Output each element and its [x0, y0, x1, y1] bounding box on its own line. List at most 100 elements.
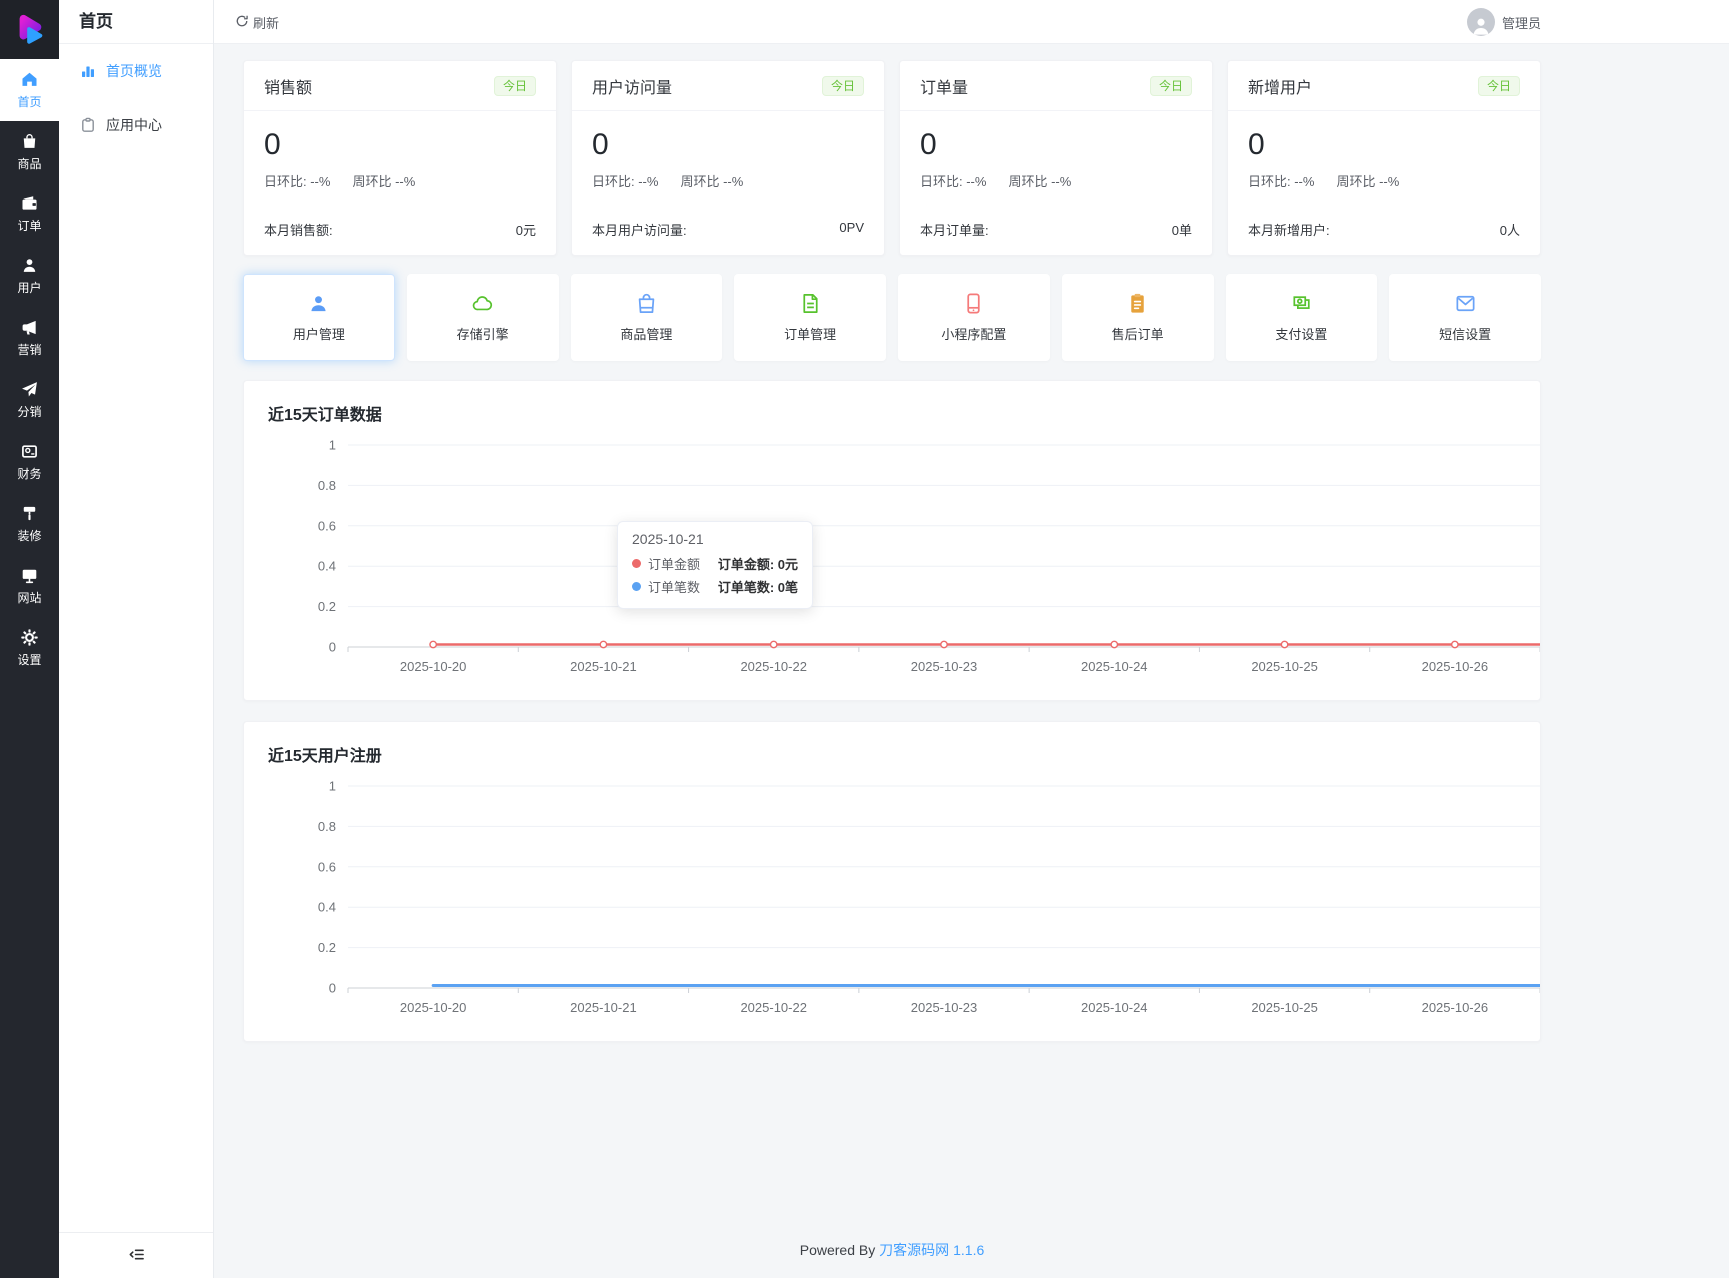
week-ratio: 周环比 --%: [1336, 174, 1400, 189]
svg-text:2025-10-22: 2025-10-22: [740, 1000, 807, 1015]
shortcut-goods-manage[interactable]: 商品管理: [570, 274, 723, 361]
shortcut-order-manage[interactable]: 订单管理: [734, 274, 886, 361]
user-name: 管理员: [1501, 15, 1541, 31]
svg-text:0.6: 0.6: [318, 859, 336, 874]
stat-value: 0: [920, 128, 937, 161]
footer-version: 1.1.6: [953, 1242, 985, 1258]
sidebar-item-label: 商品: [17, 156, 42, 171]
stat-card-new-users: 新增用户 今日 0 日环比: --% 周环比 --% 本月新增用户: 0人: [1227, 60, 1541, 256]
stat-foot-label: 本月订单量:: [920, 223, 989, 238]
today-badge: 今日: [493, 75, 536, 96]
refresh-button[interactable]: 刷新: [235, 0, 279, 44]
shortcut-sms-settings[interactable]: 短信设置: [1389, 274, 1541, 361]
svg-text:0.2: 0.2: [318, 940, 336, 955]
stat-title: 订单量: [920, 79, 969, 97]
footer-prefix: Powered By: [799, 1242, 880, 1258]
svg-text:2025-10-24: 2025-10-24: [1081, 1000, 1148, 1015]
main-header: 刷新 管理员: [214, 0, 1729, 44]
svg-text:0.4: 0.4: [318, 900, 336, 915]
stat-foot-value: 0人: [1499, 223, 1520, 238]
svg-text:2025-10-20: 2025-10-20: [400, 1000, 467, 1015]
logo-icon: [19, 14, 42, 44]
wallet-icon: [21, 195, 38, 212]
shortcut-label: 短信设置: [1439, 327, 1492, 342]
stat-foot-label: 本月新增用户:: [1248, 223, 1330, 238]
shortcut-label: 存储引擎: [456, 327, 509, 342]
sidebar-item-finance[interactable]: 财务: [0, 431, 59, 493]
svg-text:0.6: 0.6: [318, 518, 336, 533]
register-chart-card: 近15天用户注册 1 0.8 0.6 0.4 0.2 0 2025-10-20 2025-10…: [243, 721, 1541, 1042]
svg-text:2025-10-20: 2025-10-20: [400, 659, 467, 674]
svg-text:0.4: 0.4: [318, 559, 336, 574]
tooltip-row: 订单笔数 订单笔数: 0笔: [632, 575, 798, 598]
person-icon: [21, 257, 38, 274]
sidebar-item-label: 财务: [17, 466, 42, 481]
sidebar-collapse-button[interactable]: [59, 1232, 213, 1278]
sidebar-item-decorate[interactable]: 装修: [0, 493, 59, 555]
footer-link[interactable]: 刀客源码网: [879, 1242, 949, 1258]
svg-text:2025-10-25: 2025-10-25: [1251, 659, 1318, 674]
week-ratio: 周环比 --%: [680, 174, 744, 189]
app-center-icon: [80, 117, 96, 133]
shortcut-label: 售后订单: [1111, 327, 1164, 342]
svg-text:2025-10-23: 2025-10-23: [911, 1000, 978, 1015]
week-ratio: 周环比 --%: [352, 174, 416, 189]
blue-series-dot: [632, 582, 641, 591]
order-chart-title: 近15天订单数据: [268, 407, 382, 424]
icon-sidebar: 首页 商品 订单 用户 营销 分销 财务 装修 网站 设置: [0, 0, 59, 1278]
order-chart-card: 近15天订单数据 1 0.8 0.6 0.4 0.2 0 2025-10-20 2025-10…: [243, 380, 1541, 701]
sidebar-item-settings[interactable]: 设置: [0, 617, 59, 679]
sidebar-item-orders[interactable]: 订单: [0, 183, 59, 245]
sidebar-item-label: 装修: [17, 528, 42, 543]
week-ratio: 周环比 --%: [1008, 174, 1072, 189]
svg-text:1: 1: [329, 438, 336, 453]
order-chart-canvas[interactable]: 1 0.8 0.6 0.4 0.2 0 2025-10-20 2025-10-21 2025-1…: [268, 433, 1540, 694]
user-icon: [307, 292, 330, 315]
cloud-icon: [471, 292, 494, 315]
stat-value: 0: [592, 128, 609, 161]
shortcut-storage-engine[interactable]: 存储引擎: [406, 274, 559, 361]
stat-card-sales: 销售额 今日 0 日环比: --% 周环比 --% 本月销售额: 0元: [243, 60, 557, 256]
shortcut-miniprogram-config[interactable]: 小程序配置: [898, 274, 1050, 361]
sidebar-item-website[interactable]: 网站: [0, 555, 59, 617]
sidebar-item-marketing[interactable]: 营销: [0, 307, 59, 369]
shortcut-aftersale-orders[interactable]: 售后订单: [1061, 274, 1214, 361]
smartphone-icon: [962, 292, 985, 315]
sidebar-item-goods[interactable]: 商品: [0, 121, 59, 183]
sidebar-item-label: 用户: [17, 280, 42, 295]
shortcut-label: 小程序配置: [941, 327, 1007, 342]
envelope-icon: [1454, 292, 1477, 315]
svg-text:2025-10-26: 2025-10-26: [1422, 659, 1489, 674]
app-logo[interactable]: [0, 0, 59, 59]
sidebar-item-home[interactable]: 首页: [0, 59, 59, 121]
shopping-bag-icon: [635, 292, 658, 315]
svg-text:0: 0: [329, 981, 336, 996]
submenu-item-label: 首页概览: [106, 63, 162, 79]
svg-text:2025-10-26: 2025-10-26: [1422, 1000, 1489, 1015]
user-menu[interactable]: 管理员: [1466, 0, 1541, 44]
shortcut-user-manage[interactable]: 用户管理: [243, 274, 395, 361]
monitor-icon: [21, 567, 38, 584]
svg-text:2025-10-21: 2025-10-21: [570, 1000, 637, 1015]
chart-tooltip: 2025-10-21 订单金额 订单金额: 0元 订单笔数 订单笔数: 0笔: [617, 521, 813, 609]
svg-text:2025-10-23: 2025-10-23: [911, 659, 978, 674]
today-badge: 今日: [1477, 75, 1520, 96]
shortcut-row: 用户管理 存储引擎 商品管理 订单管理 小程序配置 售后订单 支付设置 短信设置: [243, 274, 1541, 361]
shortcut-label: 订单管理: [784, 327, 837, 342]
svg-text:0.8: 0.8: [318, 819, 336, 834]
register-chart-canvas[interactable]: 1 0.8 0.6 0.4 0.2 0 2025-10-20 2025-10-21 2025-1…: [268, 774, 1540, 1035]
sidebar-item-label: 首页: [17, 94, 42, 109]
sidebar-item-users[interactable]: 用户: [0, 245, 59, 307]
shortcut-payment-settings[interactable]: 支付设置: [1225, 274, 1378, 361]
shopping-bag-icon: [21, 133, 38, 150]
submenu-title: 首页: [59, 0, 213, 44]
svg-text:0.2: 0.2: [318, 599, 336, 614]
megaphone-icon: [21, 319, 38, 336]
submenu-item-app-center[interactable]: 应用中心: [59, 98, 213, 152]
svg-text:2025-10-21: 2025-10-21: [570, 659, 637, 674]
paint-roller-icon: [21, 505, 38, 522]
stats-row: 销售额 今日 0 日环比: --% 周环比 --% 本月销售额: 0元 用户访问量 今日…: [243, 60, 1541, 256]
money-icon: [1290, 292, 1313, 315]
sidebar-item-distribution[interactable]: 分销: [0, 369, 59, 431]
submenu-item-overview[interactable]: 首页概览: [59, 44, 213, 98]
